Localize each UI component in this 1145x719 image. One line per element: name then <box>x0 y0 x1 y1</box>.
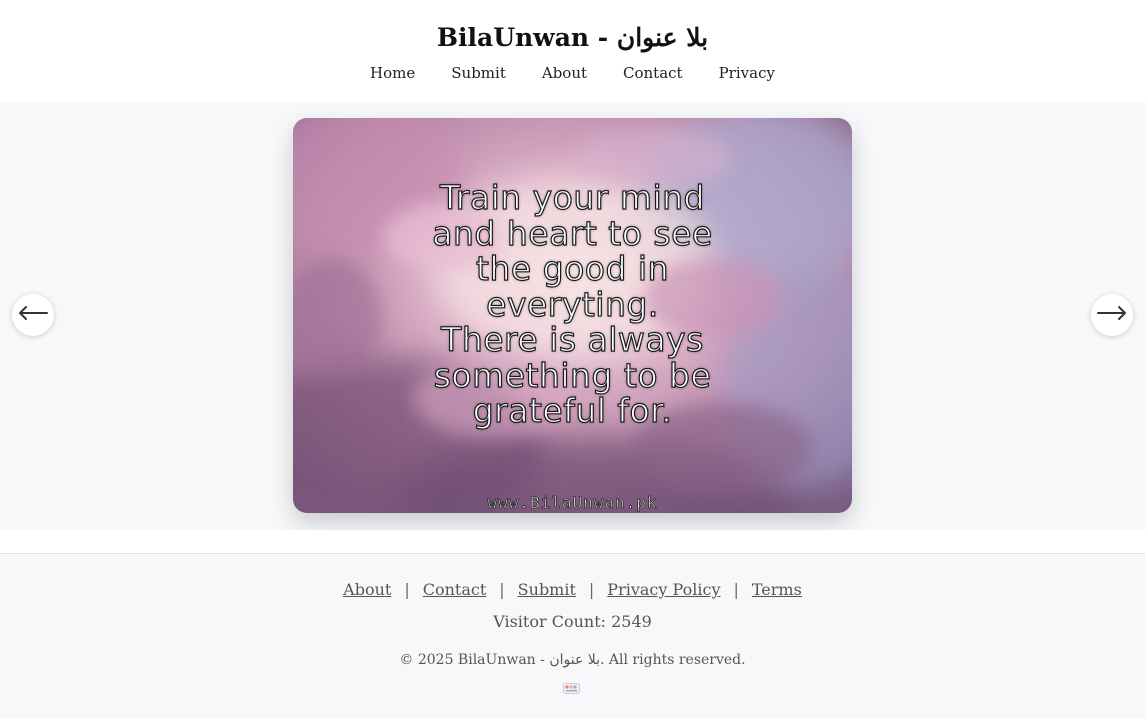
footer-links: About | Contact | Submit | Privacy Polic… <box>0 579 1145 601</box>
footer-link-submit[interactable]: Submit <box>518 579 576 601</box>
site-title: BilaUnwan - بلا عنوان <box>436 23 709 52</box>
footer-link-privacy-policy[interactable]: Privacy Policy <box>607 579 720 601</box>
quote-text: Train your mind and heart to see the goo… <box>293 178 852 430</box>
visitor-count: Visitor Count: 2549 <box>493 612 652 631</box>
watermark-text: www.BilaUnwan.pk <box>487 493 658 513</box>
footer-link-contact[interactable]: Contact <box>423 579 487 601</box>
nav-about[interactable]: About <box>542 63 587 83</box>
quote-line: and heart to see <box>432 213 713 253</box>
badge-icon <box>563 679 580 694</box>
arrow-left-icon <box>17 305 49 325</box>
nav-contact[interactable]: Contact <box>623 63 683 83</box>
quote-line: Train your mind <box>439 178 706 217</box>
link-separator: | <box>499 580 505 599</box>
nav-home[interactable]: Home <box>370 63 415 83</box>
next-slide-button[interactable] <box>1091 294 1133 336</box>
quote-line: grateful for. <box>472 391 673 430</box>
copyright-text: © 2025 BilaUnwan - بلا عنوان. All rights… <box>399 652 746 668</box>
main-nav: Home Submit About Contact Privacy <box>0 63 1145 83</box>
quote-line: something to be <box>433 355 712 395</box>
quote-slide-image: Train your mind and heart to see the goo… <box>293 118 852 513</box>
link-separator: | <box>588 580 595 599</box>
nav-submit[interactable]: Submit <box>451 63 506 83</box>
prev-slide-button[interactable] <box>12 294 54 336</box>
site-header: BilaUnwan - بلا عنوان Home Submit About … <box>0 0 1145 102</box>
site-footer: About | Contact | Submit | Privacy Polic… <box>0 554 1145 719</box>
quote-line: the good in <box>475 249 669 288</box>
footer-link-terms[interactable]: Terms <box>752 579 802 601</box>
quote-line: There is always <box>441 320 704 359</box>
quote-carousel: Train your mind and heart to see the goo… <box>0 102 1145 530</box>
arrow-right-icon <box>1096 305 1128 325</box>
nav-privacy[interactable]: Privacy <box>719 63 775 83</box>
quote-line: everyting. <box>486 284 659 324</box>
link-separator: | <box>733 580 739 599</box>
footer-link-about[interactable]: About <box>343 579 391 601</box>
section-divider <box>0 530 1145 554</box>
link-separator: | <box>404 580 410 599</box>
